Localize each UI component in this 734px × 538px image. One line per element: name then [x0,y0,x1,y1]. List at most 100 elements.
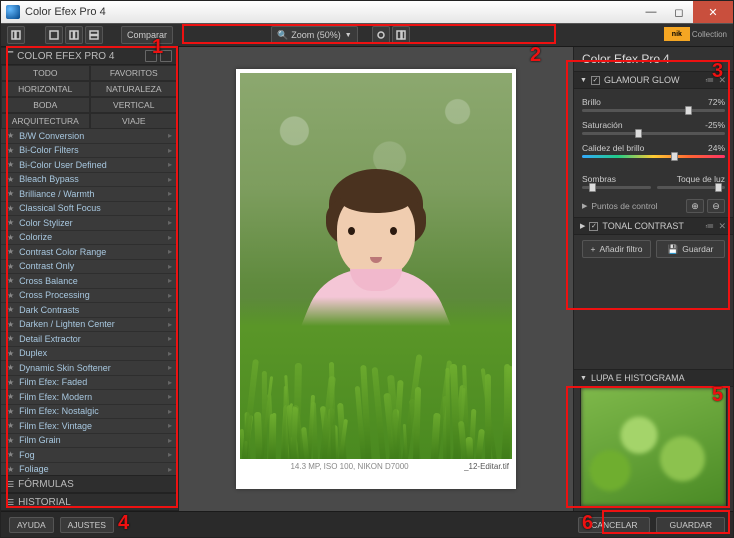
star-icon[interactable]: ★ [7,233,14,242]
shadow-highlight[interactable]: SombrasToque de luz [574,172,733,195]
view-split-h-icon[interactable] [65,26,83,44]
filter-item[interactable]: ★Bleach Bypass▸ [1,173,178,188]
star-icon[interactable]: ★ [7,276,14,285]
save-button[interactable]: GUARDAR [656,517,725,533]
zoom-dropdown[interactable]: 🔍Zoom (50%)▼ [271,26,358,44]
star-icon[interactable]: ★ [7,465,14,474]
historial-header[interactable]: ☰HISTORIAL [1,493,178,511]
star-icon[interactable]: ★ [7,363,14,372]
save-preset-button[interactable]: 💾Guardar [656,240,725,258]
formulas-header[interactable]: ☰FÓRMULAS [1,475,178,493]
filter-item[interactable]: ★Fog▸ [1,448,178,463]
star-icon[interactable]: ★ [7,407,14,416]
filter-item[interactable]: ★Brilliance / Warmth▸ [1,187,178,202]
right-title: Color Efex Pro4 [574,47,733,71]
star-icon[interactable]: ★ [7,131,14,140]
cancel-button[interactable]: CANCELAR [578,517,650,533]
filter-item[interactable]: ★Duplex▸ [1,347,178,362]
control-points-row: ▶ Puntos de control ⊕ ⊖ [574,195,733,217]
star-icon[interactable]: ★ [7,218,14,227]
minimize-button[interactable]: — [637,1,665,23]
star-icon[interactable]: ★ [7,436,14,445]
category-naturaleza[interactable]: NATURALEZA [90,81,179,97]
category-boda[interactable]: BODA [1,97,90,113]
star-icon[interactable]: ★ [7,349,14,358]
category-vertical[interactable]: VERTICAL [90,97,179,113]
tonal-header[interactable]: ▶✓ TONAL CONTRAST ≔ ✕ [574,217,733,235]
category-favoritos[interactable]: FAVORITOS [90,65,179,81]
filter-item[interactable]: ★Film Efex: Vintage▸ [1,419,178,434]
view-single-icon[interactable] [45,26,63,44]
filter-action-buttons: +Añadir filtro 💾Guardar [574,235,733,263]
filter-item[interactable]: ★Film Grain▸ [1,434,178,449]
chevron-right-icon: ▸ [168,204,172,213]
star-icon[interactable]: ★ [7,291,14,300]
filter-item[interactable]: ★Foliage▸ [1,463,178,476]
add-control-point-button[interactable]: ⊕ [686,199,704,213]
filter-item[interactable]: ★Colorize▸ [1,231,178,246]
slider-saturacion[interactable]: Saturación-25% [582,120,725,135]
panel-toggle-right-icon[interactable] [392,26,410,44]
slider-calidez[interactable]: Calidez del brillo24% [582,143,725,158]
filter-label: Color Stylizer [19,218,73,228]
star-icon[interactable]: ★ [7,247,14,256]
filter-item[interactable]: ★Darken / Lighten Center▸ [1,318,178,333]
close-button[interactable]: ✕ [693,1,733,23]
star-icon[interactable]: ★ [7,421,14,430]
star-icon[interactable]: ★ [7,204,14,213]
maximize-button[interactable]: ◻ [665,1,693,23]
preview-area[interactable]: 14.3 MP, ISO 100, NIKON D7000 _12-Editar… [179,47,573,511]
star-icon[interactable]: ★ [7,334,14,343]
category-arquitectura[interactable]: ARQUITECTURA [1,113,90,129]
star-icon[interactable]: ★ [7,262,14,271]
star-icon[interactable]: ★ [7,320,14,329]
filter-item[interactable]: ★Detail Extractor▸ [1,332,178,347]
chevron-right-icon: ▸ [168,189,172,198]
left-header[interactable]: ▔ COLOR EFEX PRO 4 [1,47,178,65]
brand: nik Collection [664,27,727,41]
background-toggle-icon[interactable] [372,26,390,44]
star-icon[interactable]: ★ [7,378,14,387]
remove-control-point-button[interactable]: ⊖ [707,199,725,213]
star-icon[interactable]: ★ [7,450,14,459]
category-todo[interactable]: TODO [1,65,90,81]
right-panel: Color Efex Pro4 ▼✓ GLAMOUR GLOW ≔ ✕ Bril… [573,47,733,511]
filter-item[interactable]: ★Film Efex: Nostalgic▸ [1,405,178,420]
filter-item[interactable]: ★Cross Processing▸ [1,289,178,304]
filter-item[interactable]: ★Color Stylizer▸ [1,216,178,231]
chevron-right-icon: ▸ [168,305,172,314]
star-icon[interactable]: ★ [7,160,14,169]
chevron-right-icon: ▸ [168,160,172,169]
filter-item[interactable]: ★Bi-Color Filters▸ [1,144,178,159]
filter-item[interactable]: ★Film Efex: Faded▸ [1,376,178,391]
star-icon[interactable]: ★ [7,392,14,401]
view-split-v-icon[interactable] [85,26,103,44]
compare-button[interactable]: Comparar [121,26,173,44]
panel-toggle-left-icon[interactable] [7,26,25,44]
filter-item[interactable]: ★Contrast Color Range▸ [1,245,178,260]
settings-button[interactable]: AJUSTES [60,517,114,533]
filter-item[interactable]: ★Film Efex: Modern▸ [1,390,178,405]
loupe-view[interactable] [580,387,727,507]
filter-item[interactable]: ★Dark Contrasts▸ [1,303,178,318]
filter-item[interactable]: ★Cross Balance▸ [1,274,178,289]
filter-list-scroll[interactable]: ★B/W Conversion▸★Bi-Color Filters▸★Bi-Co… [1,129,178,475]
star-icon[interactable]: ★ [7,305,14,314]
star-icon[interactable]: ★ [7,189,14,198]
add-filter-button[interactable]: +Añadir filtro [582,240,651,258]
help-button[interactable]: AYUDA [9,517,54,533]
slider-brillo[interactable]: Brillo72% [582,97,725,112]
filter-item[interactable]: ★Bi-Color User Defined▸ [1,158,178,173]
filter-item[interactable]: ★Classical Soft Focus▸ [1,202,178,217]
glamour-header[interactable]: ▼✓ GLAMOUR GLOW ≔ ✕ [574,71,733,89]
filter-item[interactable]: ★B/W Conversion▸ [1,129,178,144]
star-icon[interactable]: ★ [7,146,14,155]
window-title: Color Efex Pro 4 [25,6,637,18]
filter-item[interactable]: ★Contrast Only▸ [1,260,178,275]
category-viaje[interactable]: VIAJE [90,113,179,129]
lupa-header[interactable]: ▼LUPA E HISTOGRAMA [574,369,733,387]
filter-item[interactable]: ★Dynamic Skin Softener▸ [1,361,178,376]
star-icon[interactable]: ★ [7,175,14,184]
photo-image [240,73,512,459]
category-horizontal[interactable]: HORIZONTAL [1,81,90,97]
